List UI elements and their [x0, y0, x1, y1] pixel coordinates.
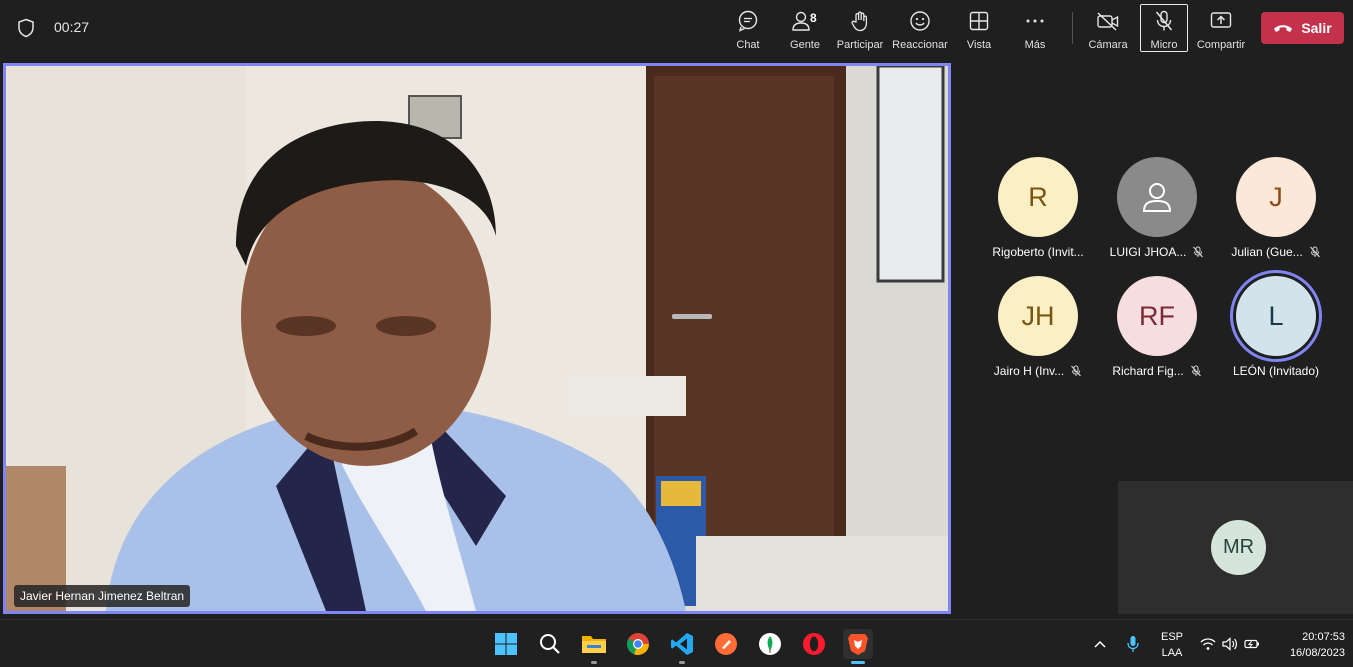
windows-taskbar: ESP LAA 20:07:53 16/08/2023 — [0, 619, 1353, 667]
view-label: Vista — [966, 39, 992, 51]
start-button[interactable] — [491, 629, 521, 659]
participant-avatar: J — [1236, 157, 1316, 237]
participant-name: Richard Fig... — [1112, 364, 1184, 378]
camera-button[interactable]: Cámara — [1086, 6, 1130, 52]
toolbar-divider — [1072, 12, 1073, 44]
shield-icon[interactable] — [17, 18, 35, 38]
react-label: Reaccionar — [892, 39, 948, 51]
participant-tile-luigi[interactable]: LUIGI JHOA... — [1102, 157, 1212, 267]
people-icon: 8 — [789, 9, 817, 33]
camera-label: Cámara — [1088, 39, 1128, 51]
vscode-icon — [671, 633, 693, 655]
main-video-tile[interactable]: Javier Hernan Jimenez Beltran — [3, 63, 951, 614]
keyboard-layout: LAA — [1161, 647, 1183, 659]
mic-muted-icon — [1309, 246, 1320, 258]
share-label: Compartir — [1196, 39, 1246, 51]
more-label: Más — [1024, 39, 1046, 51]
battery-charging-icon — [1244, 639, 1259, 649]
wifi-icon — [1200, 638, 1216, 650]
leave-button[interactable]: Salir — [1261, 12, 1344, 44]
mongodb-compass-button[interactable] — [755, 629, 785, 659]
participant-avatar-speaking: L — [1236, 276, 1316, 356]
opera-icon — [803, 633, 825, 655]
participant-avatar: R — [998, 157, 1078, 237]
participant-name: LEÓN (Invitado) — [1232, 364, 1320, 378]
participant-tile-richard[interactable]: RF Richard Fig... — [1102, 276, 1212, 386]
participant-tile-jairo[interactable]: JH Jairo H (Inv... — [983, 276, 1093, 386]
participant-avatar — [1117, 157, 1197, 237]
clock-time: 20:07:53 — [1302, 631, 1345, 643]
leave-label: Salir — [1301, 20, 1332, 36]
mic-label: Micro — [1150, 39, 1178, 51]
self-view-tile[interactable]: MR — [1118, 481, 1353, 614]
brave-icon — [848, 634, 868, 655]
camera-off-icon — [1096, 9, 1120, 33]
participant-name: LUIGI JHOA... — [1109, 245, 1187, 259]
mic-off-icon — [1152, 9, 1176, 33]
raise-hand-label: Participar — [836, 39, 884, 51]
input-language-indicator[interactable]: ESP LAA — [1160, 629, 1184, 661]
brave-button[interactable] — [843, 629, 873, 664]
raise-hand-button[interactable]: Participar — [836, 6, 884, 52]
clock-date: 16/08/2023 — [1289, 647, 1345, 659]
file-explorer-button[interactable] — [579, 629, 609, 664]
tray-overflow-button[interactable] — [1088, 629, 1112, 659]
meeting-toolbar: 00:27 Chat 8 Gente Participar Reaccionar… — [0, 0, 1353, 58]
chat-label: Chat — [736, 39, 760, 51]
meeting-timer: 00:27 — [54, 19, 90, 35]
vscode-button[interactable] — [667, 629, 697, 664]
mic-button[interactable]: Micro — [1142, 6, 1186, 52]
share-screen-icon — [1209, 9, 1233, 33]
people-label: Gente — [790, 39, 820, 51]
chrome-icon — [627, 633, 649, 655]
opera-button[interactable] — [799, 629, 829, 659]
participant-tile-leon[interactable]: L LEÓN (Invitado) — [1221, 276, 1331, 386]
language-code: ESP — [1160, 631, 1183, 643]
participant-tile-rigoberto[interactable]: R Rigoberto (Invit... — [983, 157, 1093, 267]
chrome-button[interactable] — [623, 629, 653, 659]
more-icon — [1023, 9, 1047, 33]
speaker-name-tag: Javier Hernan Jimenez Beltran — [14, 585, 191, 607]
share-button[interactable]: Compartir — [1196, 6, 1246, 52]
tray-mic-button[interactable] — [1121, 629, 1145, 659]
person-icon — [1142, 183, 1172, 212]
more-button[interactable]: Más — [1020, 6, 1050, 52]
speaker-video-feed — [6, 66, 948, 611]
participant-name: Jairo H (Inv... — [993, 364, 1065, 378]
mic-muted-icon — [1071, 365, 1082, 377]
search-icon — [540, 634, 560, 654]
view-button[interactable]: Vista — [962, 6, 996, 52]
hang-up-icon — [1274, 25, 1293, 32]
smiley-icon — [908, 9, 932, 33]
hand-icon — [848, 9, 872, 33]
chat-button[interactable]: Chat — [730, 6, 766, 52]
participant-avatar: RF — [1117, 276, 1197, 356]
teams-meeting-window: 00:27 Chat 8 Gente Participar Reaccionar… — [0, 0, 1353, 667]
folder-icon — [582, 636, 606, 653]
people-count: 8 — [810, 11, 817, 25]
people-button[interactable]: 8 Gente — [786, 6, 824, 52]
mongodb-leaf-icon — [759, 633, 781, 655]
windows-logo-icon — [495, 633, 517, 655]
self-avatar: MR — [1211, 520, 1266, 575]
grid-view-icon — [967, 9, 991, 33]
react-button[interactable]: Reaccionar — [892, 6, 948, 52]
participant-tile-julian[interactable]: J Julian (Gue... — [1221, 157, 1331, 267]
participant-avatar: JH — [998, 276, 1078, 356]
microphone-icon — [1127, 636, 1139, 652]
taskbar-search-button[interactable] — [535, 629, 565, 659]
chat-icon — [736, 9, 760, 33]
mic-muted-icon — [1193, 246, 1204, 258]
postman-button[interactable] — [711, 629, 741, 659]
participant-name: Rigoberto (Invit... — [992, 245, 1084, 259]
chevron-up-icon — [1094, 640, 1106, 648]
volume-icon — [1222, 637, 1237, 651]
system-clock[interactable]: 20:07:53 16/08/2023 — [1281, 629, 1345, 661]
participant-name: Julian (Gue... — [1231, 245, 1303, 259]
quick-settings-button[interactable] — [1198, 629, 1262, 659]
mic-muted-icon — [1190, 365, 1201, 377]
postman-icon — [715, 633, 737, 655]
